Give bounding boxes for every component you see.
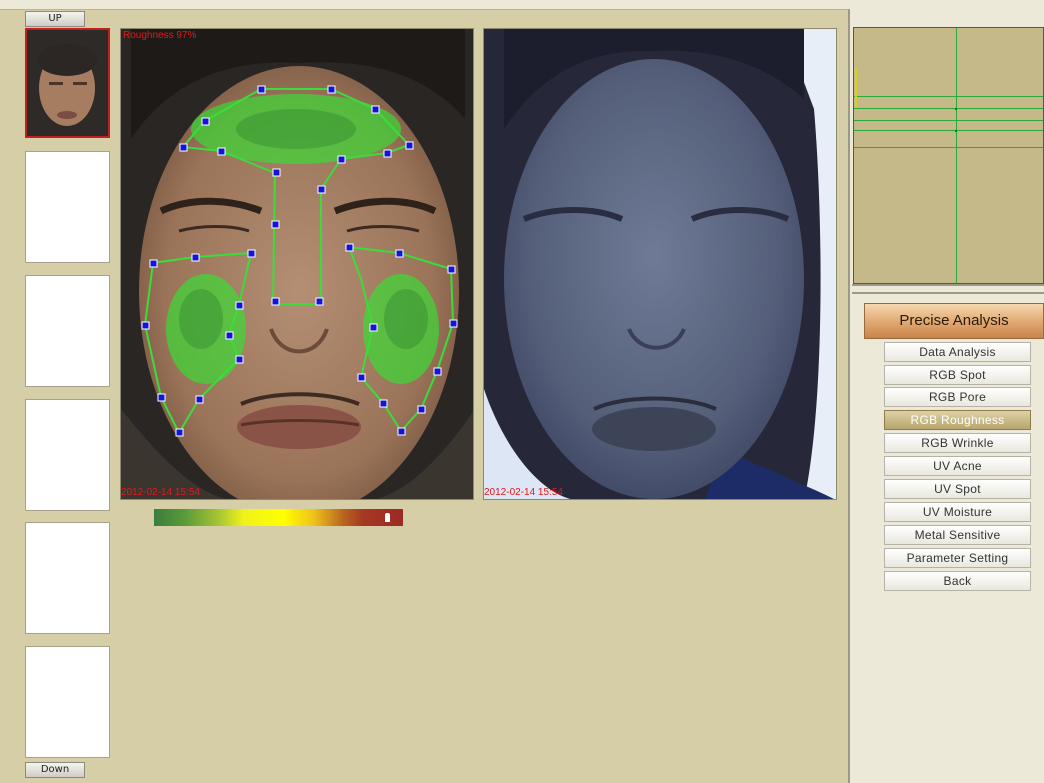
menu-item-metal-sensitive[interactable]: Metal Sensitive: [884, 525, 1031, 545]
menu-item-rgb-wrinkle[interactable]: RGB Wrinkle: [884, 433, 1031, 453]
thumbnail-1-selected[interactable]: [25, 28, 110, 138]
down-button[interactable]: Down: [25, 762, 85, 778]
thumbnail-2[interactable]: [25, 151, 110, 263]
thumbnail-6[interactable]: [25, 646, 110, 758]
menu-item-back[interactable]: Back: [884, 571, 1031, 591]
precise-analysis-header: Precise Analysis: [864, 303, 1044, 339]
plot-marker: [955, 108, 957, 110]
thumbnail-3[interactable]: [25, 275, 110, 387]
menu-item-rgb-pore[interactable]: RGB Pore: [884, 387, 1031, 407]
menu-item-rgb-roughness[interactable]: RGB Roughness: [884, 410, 1031, 430]
rgb-face-image: [121, 29, 473, 499]
plot-line: [854, 108, 1043, 109]
up-button[interactable]: UP: [25, 11, 85, 27]
right-photo-timestamp: 2012-02-14 15:54: [484, 487, 563, 498]
menu-item-uv-spot[interactable]: UV Spot: [884, 479, 1031, 499]
menu-item-uv-moisture[interactable]: UV Moisture: [884, 502, 1031, 522]
menu-item-data-analysis[interactable]: Data Analysis: [884, 342, 1031, 362]
uv-face-image: [484, 29, 836, 499]
menu-item-rgb-spot[interactable]: RGB Spot: [884, 365, 1031, 385]
plot-line: [956, 28, 957, 283]
rgb-analysis-photo: Roughness 97% 2012-02-14 15:54: [120, 28, 474, 500]
plot-marker: [855, 68, 857, 108]
thumbnail-face-image: [27, 30, 108, 136]
scale-level-marker: [385, 513, 390, 522]
panel-divider: [852, 292, 1044, 294]
uv-photo: 2012-02-14 15:54: [483, 28, 837, 500]
plot-line: [854, 120, 1043, 121]
roughness-color-scale: [154, 509, 403, 526]
menu-item-uv-acne[interactable]: UV Acne: [884, 456, 1031, 476]
panel-divider: [852, 284, 1044, 286]
plot-line: [854, 96, 1043, 97]
plot-line: [854, 147, 1043, 148]
menu-item-parameter-setting[interactable]: Parameter Setting: [884, 548, 1031, 568]
plot-line: [854, 130, 1043, 131]
thumbnail-4[interactable]: [25, 399, 110, 511]
analysis-plot: [853, 27, 1044, 284]
plot-marker: [955, 130, 957, 132]
left-photo-timestamp: 2012-02-14 15:54: [121, 487, 200, 498]
thumbnail-5[interactable]: [25, 522, 110, 634]
roughness-score-label: Roughness 97%: [123, 30, 197, 41]
